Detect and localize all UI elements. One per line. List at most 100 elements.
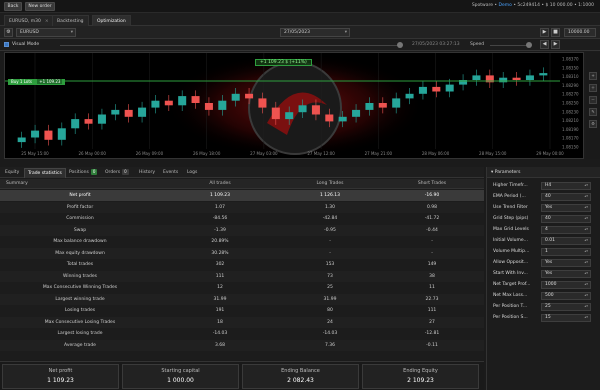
parameter-input[interactable]: 40 ▴▾ bbox=[541, 193, 591, 201]
stat-short: 27 bbox=[429, 319, 435, 325]
progress-handle[interactable] bbox=[397, 42, 403, 48]
parameter-input[interactable]: 1000 ▴▾ bbox=[541, 281, 591, 289]
step-back-icon[interactable]: ◀ bbox=[540, 40, 549, 49]
parameter-label: Net Target Prof... bbox=[493, 282, 531, 287]
crosshair-icon[interactable]: + bbox=[589, 72, 597, 80]
parameters-header: ▾ Parameters bbox=[487, 167, 600, 178]
parameter-value: H4 bbox=[545, 183, 552, 188]
tab-backtesting[interactable]: Backtesting bbox=[52, 15, 89, 26]
parameter-input[interactable]: H4 ▴▾ bbox=[541, 182, 591, 190]
stat-short: -12.81 bbox=[424, 331, 440, 336]
new-order-button[interactable]: New order bbox=[25, 2, 55, 11]
speed-handle[interactable] bbox=[526, 42, 532, 48]
candle-body bbox=[231, 93, 240, 101]
parameter-input[interactable]: Yes ▴▾ bbox=[541, 259, 591, 267]
parameter-input[interactable]: 15 ▴▾ bbox=[541, 314, 591, 322]
price-chart[interactable]: 25 May 15:00 26 May 00:00 26 May 09:00 26 M… bbox=[4, 52, 584, 159]
tab-events[interactable]: Events bbox=[160, 168, 181, 178]
stat-long: 80 bbox=[327, 308, 333, 313]
settings-icon[interactable]: ⚙ bbox=[4, 28, 13, 37]
y-tick-label: 1.08170 bbox=[562, 136, 579, 141]
summary-label: Starting capital bbox=[161, 368, 200, 374]
parameter-row: Max Grid Levels 4 ▴▾ bbox=[489, 225, 599, 235]
tab-orders[interactable]: Orders 0 bbox=[102, 168, 132, 178]
stat-long: 1.30 bbox=[324, 204, 336, 210]
visual-mode-checkbox[interactable] bbox=[4, 42, 9, 47]
stop-icon[interactable]: ■ bbox=[551, 28, 560, 37]
tab-optimization[interactable]: Optimization bbox=[92, 15, 131, 26]
date-select[interactable]: 27/05/2023 ▾ bbox=[280, 28, 350, 37]
stat-short: -41.72 bbox=[424, 216, 440, 221]
chart-canvas: 25 May 15:00 26 May 00:00 26 May 09:00 26 M… bbox=[5, 53, 579, 158]
candle-body bbox=[138, 107, 147, 117]
spinner-icon[interactable]: ▴▾ bbox=[584, 249, 588, 253]
parameter-label: Per Position S... bbox=[493, 315, 528, 320]
parameter-input[interactable]: 0.01 ▴▾ bbox=[541, 237, 591, 245]
tab-equity[interactable]: Equity bbox=[2, 168, 22, 178]
candle-body bbox=[525, 75, 534, 80]
tab-logs[interactable]: Logs bbox=[184, 168, 200, 178]
spinner-icon[interactable]: ▴▾ bbox=[584, 315, 588, 319]
close-icon[interactable]: × bbox=[45, 19, 49, 24]
candle-body bbox=[191, 96, 200, 103]
parameter-row: Allow Opposit... Yes ▴▾ bbox=[489, 258, 599, 268]
candle-body bbox=[392, 98, 401, 108]
stat-all: 111 bbox=[215, 273, 225, 279]
tab-history[interactable]: History bbox=[136, 168, 158, 178]
step-forward-icon[interactable]: ▶ bbox=[551, 40, 560, 49]
stat-label: Net profit bbox=[69, 193, 91, 198]
play-icon[interactable]: ▶ bbox=[540, 28, 549, 37]
summary-net-profit: Net profit 1 109.23 bbox=[2, 364, 119, 389]
settings-icon[interactable]: ⚙ bbox=[589, 120, 597, 128]
summary-starting-capital: Starting capital 1 000.00 bbox=[122, 364, 239, 389]
capital-input[interactable]: 10000.00 bbox=[564, 28, 596, 37]
spinner-icon[interactable]: ▴▾ bbox=[584, 293, 588, 297]
table-row: Profit factor 1.07 1.30 0.98 bbox=[0, 201, 484, 213]
parameter-input[interactable]: 25 ▴▾ bbox=[541, 303, 591, 311]
spinner-icon[interactable]: ▴▾ bbox=[584, 238, 588, 242]
stats-tabs: Equity Trade statistics Positions 0 Order… bbox=[0, 167, 484, 178]
spinner-icon[interactable]: ▴▾ bbox=[584, 271, 588, 275]
spinner-icon[interactable]: ▴▾ bbox=[584, 227, 588, 231]
tab-trade-statistics[interactable]: Trade statistics bbox=[24, 168, 66, 178]
pencil-icon[interactable]: ✎ bbox=[589, 108, 597, 116]
parameter-input[interactable]: Yes ▴▾ bbox=[541, 270, 591, 278]
symbol-select[interactable]: EURUSD ▾ bbox=[16, 28, 76, 37]
tab-symbol[interactable]: EURUSD, m30 × bbox=[4, 15, 54, 26]
candle-body bbox=[311, 105, 320, 115]
y-tick-label: 1.08250 bbox=[562, 101, 579, 106]
parameter-value: 1 bbox=[545, 249, 548, 254]
header-long-trades: Long Trades bbox=[316, 181, 344, 186]
order-label-text: Buy 1 Lots bbox=[11, 79, 32, 84]
zoom-in-icon[interactable]: ＋ bbox=[589, 84, 597, 92]
parameter-input[interactable]: 4 ▴▾ bbox=[541, 226, 591, 234]
spinner-icon[interactable]: ▴▾ bbox=[584, 194, 588, 198]
spinner-icon[interactable]: ▴▾ bbox=[584, 304, 588, 308]
candle-body bbox=[57, 128, 66, 140]
tab-positions[interactable]: Positions 0 bbox=[66, 168, 100, 178]
zoom-out-icon[interactable]: － bbox=[589, 96, 597, 104]
spinner-icon[interactable]: ▴▾ bbox=[584, 282, 588, 286]
parameter-input[interactable]: Yes ▴▾ bbox=[541, 204, 591, 212]
y-tick-label: 1.08310 bbox=[562, 74, 579, 79]
back-button[interactable]: Back bbox=[4, 2, 22, 11]
stat-label: Commission bbox=[66, 216, 94, 221]
candle-body bbox=[325, 114, 334, 122]
parameter-row: Initial Volume... 0.01 ▴▾ bbox=[489, 236, 599, 246]
spinner-icon[interactable]: ▴▾ bbox=[584, 205, 588, 209]
candle-body bbox=[31, 130, 40, 138]
y-tick-label: 1.08230 bbox=[562, 109, 579, 114]
stat-label: Losing trades bbox=[64, 308, 96, 313]
status-demo: Demo bbox=[498, 3, 512, 8]
parameter-label: Initial Volume... bbox=[493, 238, 528, 243]
spinner-icon[interactable]: ▴▾ bbox=[584, 183, 588, 187]
spinner-icon[interactable]: ▴▾ bbox=[584, 216, 588, 220]
parameter-input[interactable]: 1 ▴▾ bbox=[541, 248, 591, 256]
order-line-label[interactable]: Buy 1 Lots +1 109.23 bbox=[8, 79, 66, 85]
stat-all: -14.03 bbox=[212, 331, 228, 336]
parameter-input[interactable]: 40 ▴▾ bbox=[541, 215, 591, 223]
spinner-icon[interactable]: ▴▾ bbox=[584, 260, 588, 264]
candle-body bbox=[405, 93, 414, 99]
parameter-input[interactable]: 500 ▴▾ bbox=[541, 292, 591, 300]
stat-label: Winning trades bbox=[62, 273, 98, 279]
